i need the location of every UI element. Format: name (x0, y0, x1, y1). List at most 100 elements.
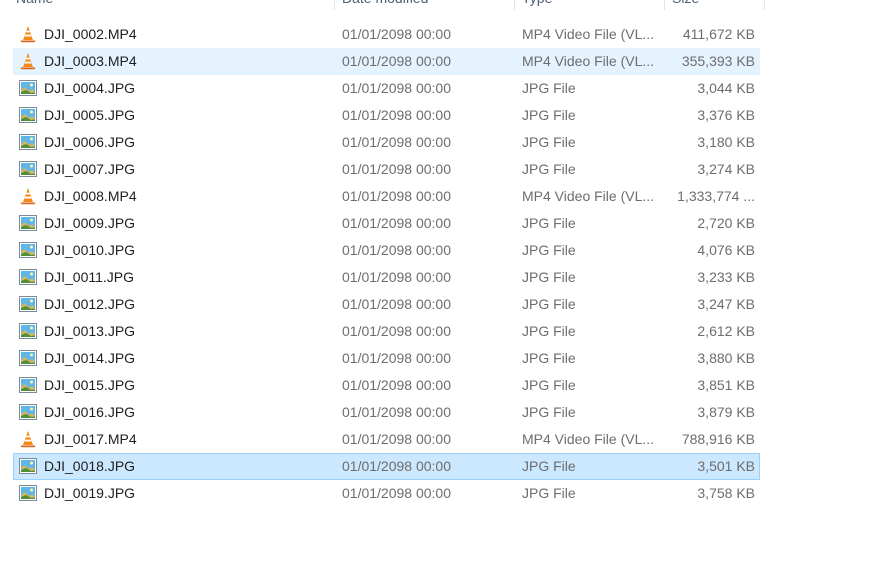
file-name: DJI_0012.JPG (44, 296, 136, 312)
file-row[interactable]: DJI_0004.JPG 01/01/2098 00:00 JPG File 3,04… (0, 75, 882, 102)
file-list-view: Name Date modified Type Size DJI_0002.MP… (0, 0, 882, 572)
file-name: DJI_0005.JPG (44, 107, 136, 123)
file-date-modified: 01/01/2098 00:00 (342, 350, 451, 366)
file-type: JPG File (522, 269, 576, 285)
image-file-icon (19, 106, 37, 124)
file-size: 3,247 KB (697, 296, 755, 312)
image-file-icon (19, 376, 37, 394)
file-size: 2,612 KB (697, 323, 755, 339)
vlc-cone-icon (19, 430, 37, 448)
file-row[interactable]: DJI_0014.JPG 01/01/2098 00:00 JPG File 3,88… (0, 345, 882, 372)
file-size: 3,376 KB (697, 107, 755, 123)
file-size: 4,076 KB (697, 242, 755, 258)
file-row[interactable]: DJI_0018.JPG 01/01/2098 00:00 JPG File 3,50… (0, 453, 882, 480)
column-divider[interactable] (664, 0, 665, 10)
file-size: 3,879 KB (697, 404, 755, 420)
file-type: JPG File (522, 323, 576, 339)
file-row[interactable]: DJI_0003.MP4 01/01/2098 00:00 MP4 Video Fi… (0, 48, 882, 75)
file-name: DJI_0017.MP4 (44, 431, 137, 447)
image-file-icon (19, 79, 37, 97)
file-row[interactable]: DJI_0012.JPG 01/01/2098 00:00 JPG File 3,24… (0, 291, 882, 318)
file-name: DJI_0003.MP4 (44, 53, 137, 69)
column-divider[interactable] (764, 0, 765, 10)
file-row[interactable]: DJI_0007.JPG 01/01/2098 00:00 JPG File 3,27… (0, 156, 882, 183)
file-type: JPG File (522, 80, 576, 96)
file-type: JPG File (522, 296, 576, 312)
column-divider[interactable] (514, 0, 515, 10)
file-date-modified: 01/01/2098 00:00 (342, 485, 451, 501)
file-row[interactable]: DJI_0002.MP4 01/01/2098 00:00 MP4 Video Fi… (0, 21, 882, 48)
file-type: JPG File (522, 350, 576, 366)
file-name: DJI_0016.JPG (44, 404, 136, 420)
image-file-icon (19, 484, 37, 502)
image-file-icon (19, 241, 37, 259)
image-file-icon (19, 214, 37, 232)
file-name: DJI_0019.JPG (44, 485, 136, 501)
file-date-modified: 01/01/2098 00:00 (342, 242, 451, 258)
file-size: 411,672 KB (682, 26, 755, 42)
file-name: DJI_0011.JPG (44, 269, 135, 285)
file-type: JPG File (522, 161, 576, 177)
file-size: 3,758 KB (697, 485, 755, 501)
column-header-name[interactable]: Name (16, 0, 334, 10)
file-date-modified: 01/01/2098 00:00 (342, 107, 451, 123)
file-date-modified: 01/01/2098 00:00 (342, 458, 451, 474)
file-type: MP4 Video File (VL... (522, 26, 655, 42)
file-row[interactable]: DJI_0009.JPG 01/01/2098 00:00 JPG File 2,72… (0, 210, 882, 237)
image-file-icon (19, 268, 37, 286)
vlc-cone-icon (19, 187, 37, 205)
image-file-icon (19, 133, 37, 151)
file-date-modified: 01/01/2098 00:00 (342, 269, 451, 285)
file-date-modified: 01/01/2098 00:00 (342, 215, 451, 231)
file-size: 788,916 KB (681, 431, 755, 447)
file-name: DJI_0004.JPG (44, 80, 136, 96)
column-header-date-modified[interactable]: Date modified (342, 0, 514, 10)
file-date-modified: 01/01/2098 00:00 (342, 377, 451, 393)
image-file-icon (19, 160, 37, 178)
file-row[interactable]: DJI_0017.MP4 01/01/2098 00:00 MP4 Video Fi… (0, 426, 882, 453)
file-date-modified: 01/01/2098 00:00 (342, 53, 451, 69)
file-date-modified: 01/01/2098 00:00 (342, 134, 451, 150)
file-date-modified: 01/01/2098 00:00 (342, 80, 451, 96)
file-row[interactable]: DJI_0008.MP4 01/01/2098 00:00 MP4 Video Fi… (0, 183, 882, 210)
vlc-cone-icon (19, 52, 37, 70)
file-row[interactable]: DJI_0005.JPG 01/01/2098 00:00 JPG File 3,37… (0, 102, 882, 129)
file-row[interactable]: DJI_0010.JPG 01/01/2098 00:00 JPG File 4,07… (0, 237, 882, 264)
file-type: JPG File (522, 485, 576, 501)
file-row[interactable]: DJI_0019.JPG 01/01/2098 00:00 JPG File 3,75… (0, 480, 882, 507)
file-size: 3,274 KB (697, 161, 755, 177)
file-date-modified: 01/01/2098 00:00 (342, 323, 451, 339)
file-type: JPG File (522, 458, 576, 474)
file-size: 3,233 KB (697, 269, 755, 285)
file-size: 2,720 KB (697, 215, 755, 231)
file-row[interactable]: DJI_0011.JPG 01/01/2098 00:00 JPG File 3,23… (0, 264, 882, 291)
image-file-icon (19, 322, 37, 340)
file-type: JPG File (522, 215, 576, 231)
file-type: MP4 Video File (VL... (522, 53, 655, 69)
file-name: DJI_0006.JPG (44, 134, 136, 150)
file-size: 1,333,774 ... (677, 188, 755, 204)
file-date-modified: 01/01/2098 00:00 (342, 161, 451, 177)
file-row[interactable]: DJI_0015.JPG 01/01/2098 00:00 JPG File 3,85… (0, 372, 882, 399)
file-name: DJI_0007.JPG (44, 161, 136, 177)
file-row[interactable]: DJI_0016.JPG 01/01/2098 00:00 JPG File 3,87… (0, 399, 882, 426)
file-row[interactable]: DJI_0006.JPG 01/01/2098 00:00 JPG File 3,18… (0, 129, 882, 156)
file-date-modified: 01/01/2098 00:00 (342, 188, 451, 204)
file-name: DJI_0018.JPG (44, 458, 136, 474)
image-file-icon (19, 295, 37, 313)
file-size: 3,851 KB (697, 377, 755, 393)
file-name: DJI_0002.MP4 (44, 26, 137, 42)
file-name: DJI_0009.JPG (44, 215, 136, 231)
file-type: JPG File (522, 242, 576, 258)
file-type: MP4 Video File (VL... (522, 188, 655, 204)
file-type: JPG File (522, 107, 576, 123)
column-divider[interactable] (334, 0, 335, 10)
file-size: 3,880 KB (697, 350, 755, 366)
file-row[interactable]: DJI_0013.JPG 01/01/2098 00:00 JPG File 2,61… (0, 318, 882, 345)
image-file-icon (19, 403, 37, 421)
file-size: 3,044 KB (697, 80, 755, 96)
column-header-size[interactable]: Size (672, 0, 764, 10)
column-header-type[interactable]: Type (522, 0, 664, 10)
file-type: JPG File (522, 377, 576, 393)
file-date-modified: 01/01/2098 00:00 (342, 431, 451, 447)
